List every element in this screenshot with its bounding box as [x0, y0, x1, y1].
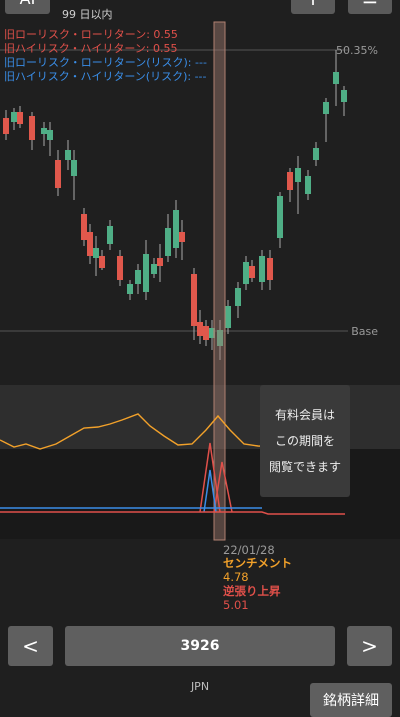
- candle-body: [135, 270, 141, 284]
- candle-body: [81, 214, 87, 240]
- prev-stock-button[interactable]: <: [8, 626, 53, 666]
- selection-cursor: [213, 21, 226, 541]
- legend-item: 旧ハイリスク・ハイリターン: 0.55: [4, 42, 178, 55]
- candle-body: [157, 258, 163, 266]
- stock-code: 3926: [180, 638, 220, 654]
- candle-body: [65, 150, 71, 160]
- candle-body: [313, 148, 319, 160]
- candle-body: [191, 274, 197, 326]
- candle-body: [259, 256, 265, 282]
- candle-body: [341, 90, 347, 102]
- candle-body: [127, 284, 133, 294]
- paywall-line: 有料会員は: [274, 408, 335, 422]
- sentiment-value: 4.78: [223, 570, 249, 584]
- legend-item: 旧ローリスク・ローリターン(リスク): ---: [4, 56, 207, 69]
- candle-body: [87, 232, 93, 256]
- candle-body: [107, 226, 113, 244]
- next-stock-button[interactable]: >: [347, 626, 392, 666]
- candle-body: [333, 72, 339, 84]
- candle-body: [93, 248, 99, 258]
- contrarian-label: 逆張り上昇: [223, 584, 281, 598]
- info-date: 22/01/28: [223, 543, 275, 557]
- chevron-right-icon: >: [361, 634, 378, 658]
- candle-body: [3, 118, 9, 134]
- stock-detail-button[interactable]: 銘柄詳細: [310, 683, 392, 717]
- candle-body: [243, 262, 249, 284]
- candle-body: [165, 228, 171, 256]
- candle-body: [225, 306, 231, 328]
- candle-body: [47, 130, 53, 140]
- candle-body: [17, 112, 23, 124]
- paywall-overlay: 有料会員は この期間を 閲覧できます: [260, 385, 350, 497]
- candle-body: [41, 128, 47, 134]
- candle-body: [277, 196, 283, 238]
- stock-code-field[interactable]: 3926: [65, 626, 335, 666]
- legend-item: 旧ローリスク・ローリターン: 0.55: [4, 28, 178, 41]
- candles: [3, 50, 347, 360]
- candle-body: [173, 210, 179, 248]
- candle-body: [249, 266, 255, 278]
- candle-body: [117, 256, 123, 280]
- candle-body: [11, 112, 17, 122]
- candle-body: [179, 232, 185, 242]
- chevron-left-icon: <: [22, 634, 39, 658]
- base-axis-label: Base: [351, 325, 378, 338]
- sentiment-label: センチメント: [223, 556, 292, 570]
- candle-body: [143, 254, 149, 292]
- legend-item: 旧ハイリスク・ハイリターン(リスク): ---: [4, 70, 207, 83]
- candle-body: [323, 102, 329, 114]
- candle-body: [203, 326, 209, 340]
- stock-detail-label: 銘柄詳細: [323, 693, 379, 709]
- candle-body: [99, 256, 105, 268]
- candle-body: [287, 172, 293, 190]
- candle-body: [71, 160, 77, 176]
- paywall-line: この期間を: [274, 434, 335, 448]
- paywall-line: 閲覧できます: [268, 460, 341, 474]
- candle-body: [267, 258, 273, 280]
- contrarian-value: 5.01: [223, 598, 249, 612]
- candle-body: [29, 116, 35, 140]
- candle-body: [305, 176, 311, 194]
- candle-body: [197, 322, 203, 336]
- candle-body: [235, 288, 241, 306]
- candle-body: [55, 160, 61, 188]
- candle-body: [295, 168, 301, 182]
- top-axis-label: 50.35%: [336, 44, 378, 57]
- candle-body: [151, 264, 157, 274]
- legend: 旧ローリスク・ローリターン: 0.55 旧ハイリスク・ハイリターン: 0.55 …: [4, 28, 207, 84]
